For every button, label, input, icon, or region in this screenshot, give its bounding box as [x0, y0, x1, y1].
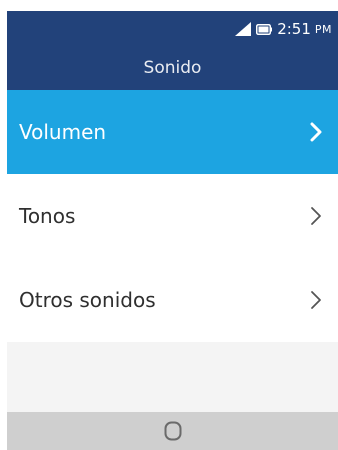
- header: 2:51 PM Sonido: [7, 11, 338, 90]
- menu-item-volumen[interactable]: Volumen: [7, 90, 338, 174]
- page-title: Sonido: [143, 58, 202, 78]
- chevron-right-icon: [311, 291, 321, 309]
- battery-icon: [256, 23, 273, 35]
- screen: 2:51 PM Sonido Volumen Tonos Otros sonid…: [0, 0, 338, 450]
- softkey-bar: [7, 412, 338, 450]
- chevron-right-icon: [310, 122, 322, 142]
- home-icon[interactable]: [164, 421, 182, 441]
- signal-icon: [235, 22, 252, 36]
- clock-time: 2:51: [277, 20, 311, 38]
- menu-item-otros-sonidos[interactable]: Otros sonidos: [7, 258, 338, 342]
- clock-ampm: PM: [314, 22, 332, 36]
- menu-item-tonos[interactable]: Tonos: [7, 174, 338, 258]
- empty-area: [7, 342, 338, 412]
- status-bar: 2:51 PM: [235, 20, 332, 38]
- menu-item-label: Otros sonidos: [19, 288, 156, 312]
- menu-item-label: Tonos: [19, 204, 76, 228]
- menu-item-label: Volumen: [19, 120, 107, 144]
- menu-list: Volumen Tonos Otros sonidos: [7, 90, 338, 342]
- chevron-right-icon: [311, 207, 321, 225]
